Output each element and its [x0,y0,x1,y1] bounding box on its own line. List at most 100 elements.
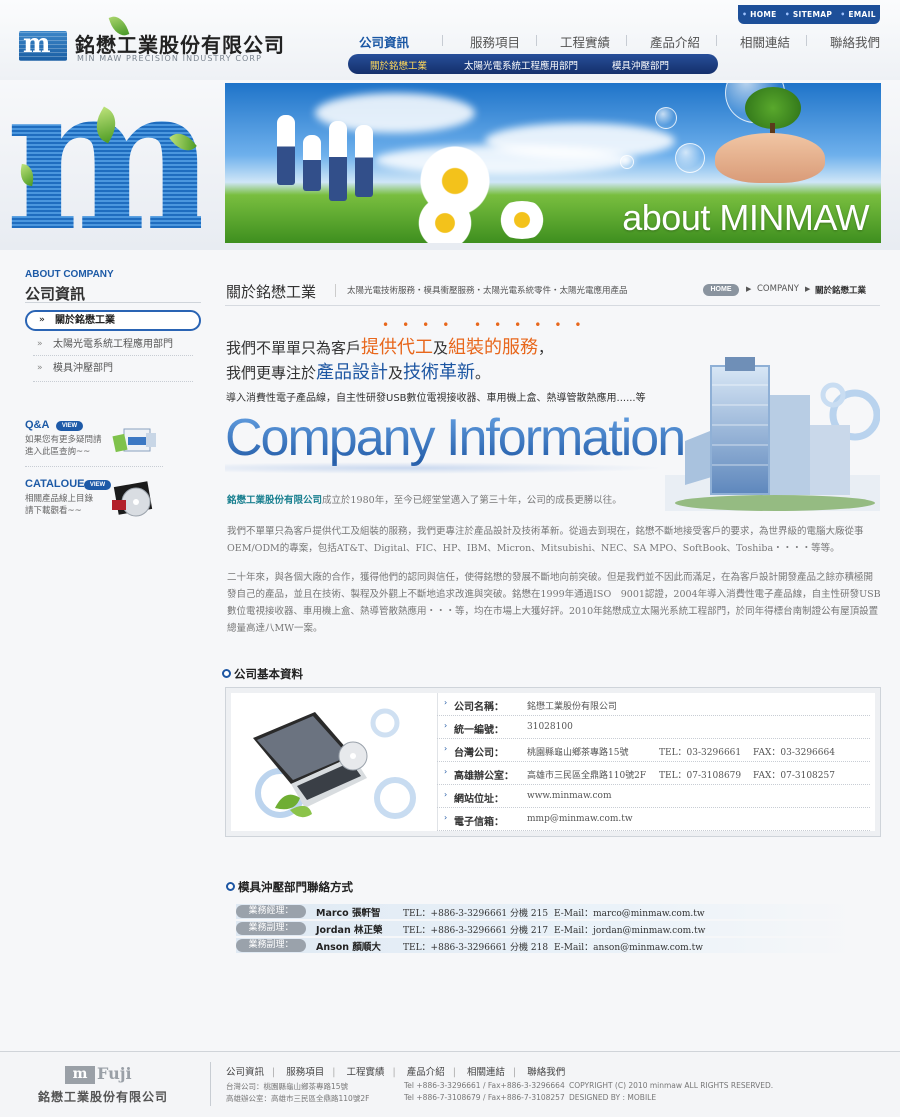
sidebar-en-title: ABOUT COMPANY [25,269,114,280]
nav-services[interactable]: 服務項目 [470,32,520,51]
email-link[interactable]: mmp@minmaw.com.tw [527,814,633,824]
person-figure [329,121,347,201]
slogan-line-2: 我們更專注於產品設計及技術革新。 [226,362,491,383]
footer-link-products[interactable]: 產品介紹 [407,1067,445,1078]
intro-paragraph-3: 二十年來，與各個大廠的合作，獲得他們的認同與信任，使得銘懋的發展不斷地向前突破。… [227,572,881,634]
toplink-home[interactable]: HOME [742,10,776,19]
hands-icon [715,133,825,183]
sidebar-item-about[interactable]: » 關於銘懋工業 [25,310,201,331]
contact-email-link[interactable]: E-Mail：jordan@minmaw.com.tw [554,923,705,936]
footer-designed-by[interactable]: DESIGNED BY : MOBILE [569,1093,656,1102]
qa-title[interactable]: Q&A [25,419,49,431]
catalogue-text-line: 相關產品線上目錄 [25,494,94,504]
breadcrumb-arrow-icon: ▶ [746,285,752,293]
sidebar-item-mold[interactable]: » 模具沖壓部門 [25,358,201,379]
footer-link-projects[interactable]: 工程實績 [347,1067,385,1078]
chevron-right-icon: » [37,339,43,349]
banner-about-text: about MINMAW [622,197,869,238]
nav-contact[interactable]: 聯絡我們 [830,32,880,51]
laptop-image [235,698,435,828]
footer-tel-2: Tel +886-7-3108679 / Fax+886-7-3108257 [404,1093,565,1102]
footer-logo-text: Fuji [97,1064,132,1083]
qa-text-line: 如果您有更多疑問請 [25,435,102,445]
toplink-sitemap[interactable]: SITEMAP [785,10,832,19]
breadcrumb-home[interactable]: HOME [703,284,739,296]
page-subtitle: 太陽光電技術服務・模具衝壓服務・太陽光電系統零件・太陽光電應用產品 [347,286,628,296]
page-title: 關於銘懋工業 [226,283,317,301]
sub-nav: 關於銘懋工業 太陽光電系統工程應用部門 模具沖壓部門 [348,54,718,74]
footer-tel-1: Tel +886-3-3296661 / Fax+886-3-3296664 [404,1081,565,1090]
info-row-taiwan-office: › 台灣公司： 桃園縣龜山鄉茶專路15號 TEL：03-3296661 FAX：… [437,739,870,762]
intro-paragraph-1: 銘懋工業股份有限公司成立於1980年，至今已經堂堂邁入了第三十年，公司的成長更勝… [227,495,622,506]
person-figure [355,125,373,197]
section-bullet-icon [226,882,235,891]
intro-paragraph-2: 我們不單單只為客戶提供代工及組裝的服務，我們更專注於產品設計及技術革新。從過去到… [227,526,864,554]
nav-links[interactable]: 相關連結 [740,32,790,51]
contact-email-link[interactable]: E-Mail：marco@minmaw.com.tw [554,906,705,919]
sidebar-item-solar[interactable]: » 太陽光電系統工程應用部門 [25,334,201,355]
subnav-about[interactable]: 關於銘懋工業 [370,58,427,72]
daisy-icon [410,198,480,243]
footer-logo-mark: m [65,1066,95,1084]
footer-company-name: 銘懋工業股份有限公司 [38,1090,169,1104]
chevron-right-icon: » [39,315,45,325]
breadcrumb-section[interactable]: COMPANY [757,284,799,294]
arrow-right-icon: › [444,790,448,799]
info-row-kaohsiung-office: › 高雄辦公室： 高雄市三民區全鼎路110號2F TEL：07-3108679 … [437,762,870,785]
catalogue-text-line: 請下載觀看~~ [25,506,82,516]
catalogue-title[interactable]: CATALOUE [25,478,84,490]
qa-text-line: 進入此區查詢~~ [25,447,91,457]
daisy-icon [493,201,551,239]
subnav-solar[interactable]: 太陽光電系統工程應用部門 [464,58,578,72]
footer-address-1: 台灣公司：桃園縣龜山鄉茶專路15號 [226,1082,349,1091]
person-figure [303,135,321,191]
info-row-email: › 電子信箱： mmp@minmaw.com.tw [437,808,870,831]
footer-link-services[interactable]: 服務項目 [286,1067,324,1078]
contact-row: 業務副理： Anson 顏順大 TEL：+886-3-3296661 分機 21… [236,938,856,953]
arrow-right-icon: › [444,744,448,753]
top-links: HOME SITEMAP EMAIL [738,5,880,24]
catalogue-disc-icon[interactable] [106,478,162,520]
subnav-mold[interactable]: 模具沖壓部門 [612,58,669,72]
company-highlight: 銘懋工業股份有限公司 [227,495,323,506]
qa-view-button[interactable]: VIEW [56,421,83,431]
section-bullet-icon [222,669,231,678]
banner: m about MINMAW [0,59,900,259]
breadcrumb-arrow-icon: ▶ [805,285,811,293]
arrow-right-icon: › [444,813,448,822]
sidebar-item-label: 太陽光電系統工程應用部門 [53,339,173,350]
sidebar-title: 公司資訊 [25,285,86,303]
arrow-right-icon: › [444,721,448,730]
nav-projects[interactable]: 工程實績 [560,32,610,51]
contact-email-link[interactable]: E-Mail：anson@minmaw.com.tw [554,940,703,953]
footer-nav: 公司資訊 | 服務項目 | 工程實績 | 產品介紹 | 相關連結 | 聯絡我們 [226,1067,566,1078]
contacts-title: 模具沖壓部門聯絡方式 [238,880,353,894]
banner-big-letter: m [5,41,217,276]
footer-link-contact[interactable]: 聯絡我們 [527,1067,565,1078]
info-row-tax-id: › 統一編號： 31028100 [437,716,870,739]
main-nav: 公司資訊 服務項目 工程實績 產品介紹 相關連結 聯絡我們 [350,32,900,50]
contact-row: 業務副理： Jordan 林正榮 TEL：+886-3-3296661 分機 2… [236,921,856,936]
slogan-line-1: 我們不單單只為客戶提供代工及組裝的服務， [226,337,554,358]
website-link[interactable]: www.minmaw.com [527,791,612,801]
chevron-right-icon: » [37,363,43,373]
basic-info-title: 公司基本資料 [234,667,303,681]
contact-row: 業務經理： Marco 張軒智 TEL：+886-3-3296661 分機 21… [236,904,856,919]
toplink-email[interactable]: EMAIL [840,10,875,19]
company-information-heading: Company Information [225,409,686,467]
sidebar-item-label: 關於銘懋工業 [55,315,115,326]
info-row-website: › 網站位址： www.minmaw.com [437,785,870,808]
sidebar-item-label: 模具沖壓部門 [53,363,113,374]
footer-link-company[interactable]: 公司資訊 [226,1067,264,1078]
footer-link-links[interactable]: 相關連結 [467,1067,505,1078]
footer-copyright: COPYRIGHT (C) 2010 minmaw ALL RIGHTS RES… [569,1081,774,1090]
page: m 銘懋工業股份有限公司 MIN MAW PRECISION INDUSTRY … [0,0,900,1117]
person-figure [277,115,295,185]
banner-photo: about MINMAW [225,83,881,243]
nav-company-info[interactable]: 公司資訊 [359,32,409,51]
breadcrumb-current: 關於銘懋工業 [815,286,867,296]
arrow-right-icon: › [444,767,448,776]
slogan-line-3: 導入消費性電子產品線，自主性研發USB數位電視接收器、車用機上盒、熱導管散熱應用… [226,393,646,404]
nav-products[interactable]: 產品介紹 [650,32,700,51]
qa-box-icon[interactable] [110,423,160,457]
